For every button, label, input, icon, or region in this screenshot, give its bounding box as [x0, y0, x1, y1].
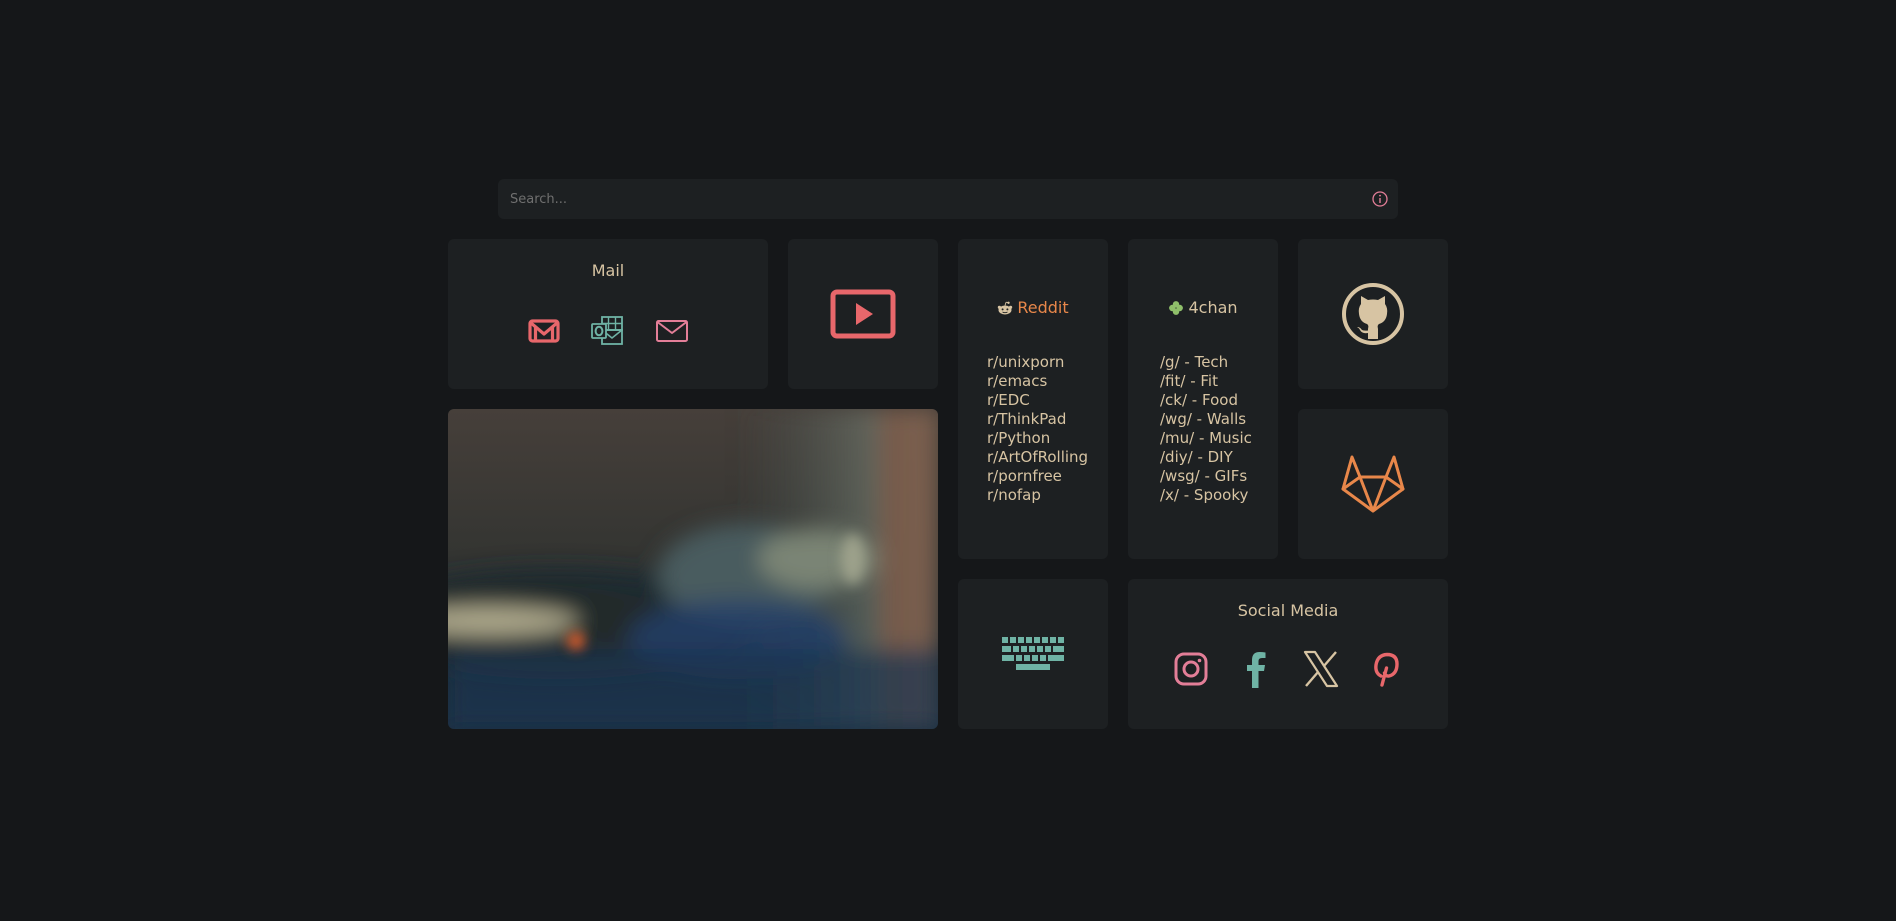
outlook-icon[interactable] [590, 313, 626, 349]
search-input[interactable] [498, 179, 1348, 219]
reddit-card: Reddit r/unixporn r/emacs r/EDC r/ThinkP… [958, 239, 1108, 559]
social-media-title: Social Media [1237, 601, 1339, 620]
board-link[interactable]: /mu/ - Music [1160, 429, 1252, 448]
subreddit-link[interactable]: r/pornfree [987, 467, 1088, 486]
turntable-image [448, 409, 938, 729]
keyboard-icon[interactable] [1000, 635, 1066, 673]
clover-icon [1169, 300, 1184, 315]
fourchan-header[interactable]: 4chan [1128, 298, 1278, 317]
board-link[interactable]: /fit/ - Fit [1160, 372, 1252, 391]
youtube-card[interactable] [788, 239, 938, 389]
fourchan-title: 4chan [1188, 298, 1238, 317]
board-link[interactable]: /x/ - Spooky [1160, 486, 1252, 505]
subreddit-link[interactable]: r/nofap [987, 486, 1088, 505]
subreddit-link[interactable]: r/ThinkPad [987, 410, 1088, 429]
instagram-icon[interactable] [1172, 649, 1210, 689]
subreddit-link[interactable]: r/unixporn [987, 353, 1088, 372]
x-icon[interactable] [1302, 649, 1340, 689]
gitlab-icon[interactable] [1340, 453, 1406, 515]
social-media-card: Social Media [1128, 579, 1448, 729]
fourchan-card: 4chan /g/ - Tech /fit/ - Fit /ck/ - Food… [1128, 239, 1278, 559]
facebook-icon[interactable] [1237, 649, 1275, 689]
subreddit-link[interactable]: r/EDC [987, 391, 1088, 410]
turntable-photo [448, 409, 938, 729]
mail-title: Mail [591, 261, 625, 280]
reddit-icon [998, 301, 1013, 314]
github-icon[interactable] [1341, 282, 1405, 346]
board-link[interactable]: /wg/ - Walls [1160, 410, 1252, 429]
search-bar [498, 179, 1398, 219]
board-link[interactable]: /diy/ - DIY [1160, 448, 1252, 467]
social-links [1128, 649, 1448, 689]
subreddit-link[interactable]: r/emacs [987, 372, 1088, 391]
mail-links [448, 313, 768, 349]
gmail-icon[interactable] [526, 313, 562, 349]
board-link[interactable]: /wsg/ - GIFs [1160, 467, 1252, 486]
envelope-icon[interactable] [654, 313, 690, 349]
board-link[interactable]: /ck/ - Food [1160, 391, 1252, 410]
start-page: Mail [0, 0, 1896, 921]
reddit-links: r/unixporn r/emacs r/EDC r/ThinkPad r/Py… [987, 353, 1088, 505]
mail-card: Mail [448, 239, 768, 389]
youtube-play-icon[interactable] [830, 289, 896, 339]
subreddit-link[interactable]: r/Python [987, 429, 1088, 448]
info-icon[interactable] [1372, 191, 1388, 207]
subreddit-link[interactable]: r/ArtOfRolling [987, 448, 1088, 467]
pinterest-icon[interactable] [1367, 649, 1405, 689]
board-link[interactable]: /g/ - Tech [1160, 353, 1252, 372]
gitlab-card[interactable] [1298, 409, 1448, 559]
reddit-title: Reddit [1017, 298, 1069, 317]
reddit-header[interactable]: Reddit [958, 298, 1108, 317]
github-card[interactable] [1298, 239, 1448, 389]
keyboard-card[interactable] [958, 579, 1108, 729]
fourchan-links: /g/ - Tech /fit/ - Fit /ck/ - Food /wg/ … [1160, 353, 1252, 505]
